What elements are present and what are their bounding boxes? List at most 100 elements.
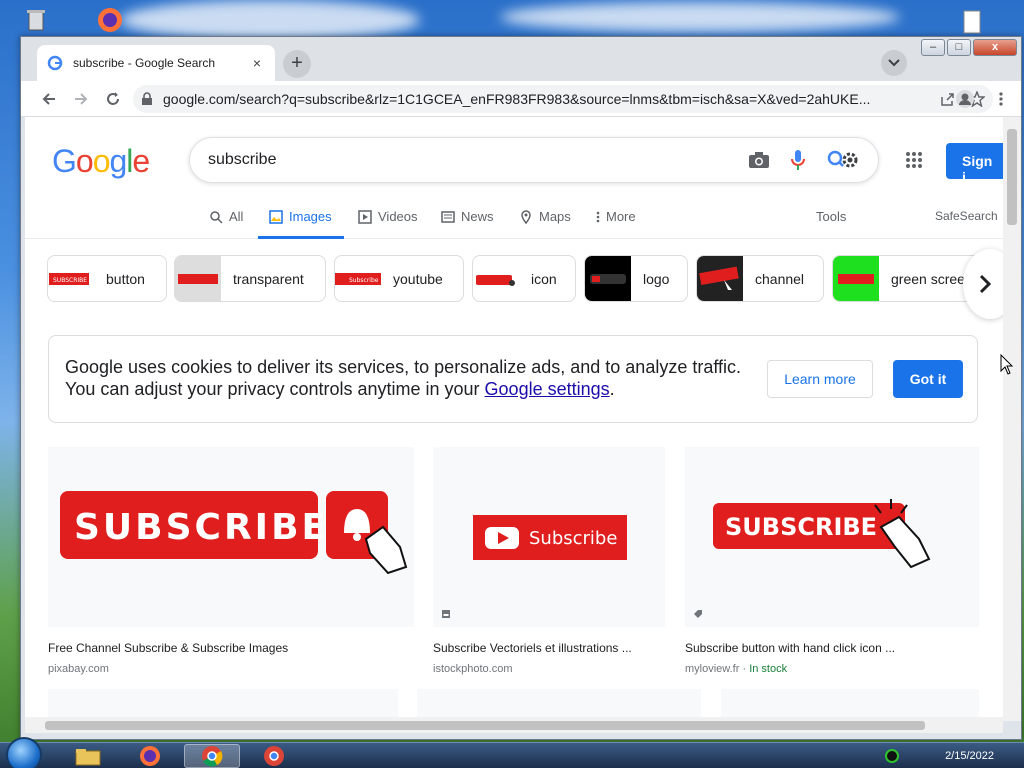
arrow-right-icon <box>75 92 88 105</box>
google-settings-link[interactable]: Google settings <box>485 379 610 399</box>
image-result-placeholder[interactable] <box>48 689 398 717</box>
google-favicon-icon <box>47 55 63 71</box>
search-input[interactable]: subscribe <box>189 137 879 183</box>
desktop-cloud <box>120 0 420 40</box>
result-source[interactable]: istockphoto.com <box>433 663 665 675</box>
chrome-icon <box>264 746 284 766</box>
tray-status-icon[interactable] <box>884 748 900 764</box>
result-caption[interactable]: Subscribe Vectoriels et illustrations ..… <box>433 641 665 655</box>
maximize-button[interactable]: □ <box>947 39 971 56</box>
result-source[interactable]: pixabay.com <box>48 663 414 675</box>
related-search-chips: SUBSCRIBE button transparent Subscribe y… <box>47 255 1003 303</box>
logo-letter: o <box>75 143 94 179</box>
cookie-line2-prefix: You can adjust your privacy controls any… <box>65 379 485 399</box>
start-button[interactable] <box>6 737 42 768</box>
browser-toolbar: google.com/search?q=subscribe&rlz=1C1GCE… <box>21 81 1021 117</box>
forward-button[interactable] <box>65 83 97 115</box>
tab-news[interactable]: News <box>441 209 494 224</box>
tab-more-label: More <box>606 209 636 224</box>
horizontal-scroll-thumb[interactable] <box>45 721 925 730</box>
tools-button[interactable]: Tools <box>816 209 846 224</box>
result-source[interactable]: myloview.fr · In stock <box>685 663 979 675</box>
microphone-icon[interactable] <box>790 149 806 171</box>
explorer-taskbar-button[interactable] <box>60 744 116 768</box>
logo-letter: o <box>92 143 111 179</box>
image-result[interactable]: Subscribe Subscribe Vectoriels et illust… <box>433 447 665 675</box>
search-settings-icon[interactable] <box>826 149 860 171</box>
profile-button[interactable] <box>949 83 981 115</box>
result-caption[interactable]: Free Channel Subscribe & Subscribe Image… <box>48 641 414 655</box>
chip-channel[interactable]: channel <box>696 255 824 302</box>
sign-in-button[interactable]: Sign i <box>946 143 1003 185</box>
google-apps-button[interactable] <box>905 151 923 174</box>
tab-maps-label: Maps <box>539 209 571 224</box>
image-result[interactable]: SUBSCRIBE Subscribe button with hand cli… <box>685 447 979 675</box>
chrome-alt-taskbar-button[interactable] <box>246 744 302 768</box>
mouse-cursor-icon <box>1000 354 1014 375</box>
subscribe-button-image: Subscribe <box>473 515 627 560</box>
firefox-icon <box>140 746 160 766</box>
chip-icon[interactable]: icon <box>472 255 576 302</box>
vertical-scroll-thumb[interactable] <box>1007 129 1017 225</box>
chip-thumbnail <box>585 256 631 301</box>
tab-maps[interactable]: Maps <box>519 209 571 224</box>
window-controls: – □ x <box>919 39 1017 57</box>
chip-thumbnail <box>473 256 519 301</box>
result-caption[interactable]: Subscribe button with hand click icon ..… <box>685 641 979 655</box>
google-logo[interactable]: Google <box>52 143 150 180</box>
tab-all[interactable]: All <box>209 209 243 224</box>
video-icon <box>358 209 372 224</box>
subscribe-hand-click-image: SUBSCRIBE <box>713 499 931 569</box>
chip-button[interactable]: SUBSCRIBE button <box>47 255 167 302</box>
chrome-taskbar-button[interactable] <box>184 744 240 768</box>
vertical-scrollbar[interactable] <box>1003 117 1021 721</box>
learn-more-button[interactable]: Learn more <box>767 360 873 398</box>
minimize-button[interactable]: – <box>921 39 945 56</box>
result-thumbnail[interactable]: Subscribe <box>433 447 665 627</box>
file-desktop-icon[interactable] <box>958 8 986 36</box>
tab-close-icon[interactable]: × <box>249 55 265 71</box>
browser-menu-button[interactable] <box>985 83 1017 115</box>
svg-text:SUBSCRIBE: SUBSCRIBE <box>53 277 87 284</box>
chip-transparent[interactable]: transparent <box>174 255 326 302</box>
image-result-placeholder[interactable] <box>721 689 979 717</box>
news-icon <box>441 210 455 223</box>
back-button[interactable] <box>33 83 65 115</box>
reload-button[interactable] <box>97 83 129 115</box>
chip-thumbnail: Subscribe <box>335 256 381 301</box>
recycle-bin-icon[interactable] <box>22 6 50 34</box>
more-vert-icon <box>999 92 1003 106</box>
chip-label: logo <box>643 270 670 287</box>
browser-tab[interactable]: subscribe - Google Search × <box>37 45 275 81</box>
camera-icon[interactable] <box>748 151 770 169</box>
url-text: google.com/search?q=subscribe&rlz=1C1GCE… <box>163 91 871 107</box>
tab-search-button[interactable] <box>881 50 907 76</box>
image-result-placeholder[interactable] <box>417 689 701 717</box>
result-thumbnail[interactable]: SUBSCRIBED <box>48 447 414 627</box>
safesearch-button[interactable]: SafeSearch <box>935 209 998 223</box>
search-nav-tabs: All Images Videos News Maps More Tools S… <box>25 201 1003 239</box>
firefox-taskbar-button[interactable] <box>122 744 178 768</box>
horizontal-scrollbar[interactable] <box>25 717 1003 733</box>
tab-more[interactable]: More <box>596 209 636 224</box>
close-window-button[interactable]: x <box>973 39 1017 56</box>
chip-logo[interactable]: logo <box>584 255 688 302</box>
chip-youtube[interactable]: Subscribe youtube <box>334 255 464 302</box>
firefox-desktop-icon[interactable] <box>96 6 124 34</box>
chevron-right-icon <box>979 274 991 294</box>
chip-label: icon <box>531 270 557 287</box>
reload-icon <box>107 91 119 105</box>
result-thumbnail[interactable]: SUBSCRIBE <box>685 447 979 627</box>
got-it-button[interactable]: Got it <box>893 360 963 398</box>
chips-next-button[interactable] <box>963 249 1003 319</box>
taskbar-clock[interactable]: 2/15/2022 <box>945 750 994 762</box>
map-pin-icon <box>521 209 531 224</box>
tag-icon <box>694 610 702 618</box>
image-result[interactable]: SUBSCRIBED Free Channel Subscribe & Subs… <box>48 447 414 675</box>
new-tab-button[interactable]: + <box>283 50 311 78</box>
tab-videos[interactable]: Videos <box>358 209 418 224</box>
address-bar[interactable]: google.com/search?q=subscribe&rlz=1C1GCE… <box>133 85 993 113</box>
chip-label: button <box>106 270 145 287</box>
tab-images[interactable]: Images <box>269 209 332 224</box>
search-query: subscribe <box>208 151 277 168</box>
